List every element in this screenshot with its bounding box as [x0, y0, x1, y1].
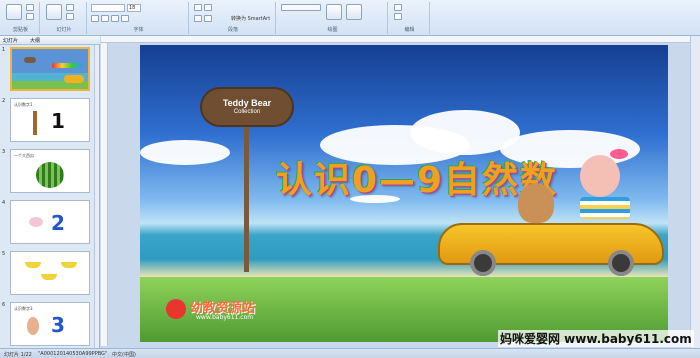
slide-thumb-title: 一个大西瓜: [14, 153, 34, 158]
ribbon-group-editing: 编辑: [390, 2, 430, 34]
bold-icon[interactable]: [91, 15, 99, 22]
slide-thumb-digit: 1: [51, 109, 65, 133]
banana-icon: [25, 262, 41, 268]
striped-bag: [580, 197, 630, 219]
ribbon-group-label: 段落: [227, 27, 238, 33]
align-center-icon[interactable]: [204, 15, 212, 22]
theme-name: "A000120140530A99PPBG": [38, 351, 108, 357]
tab-outline[interactable]: 大纲: [30, 37, 40, 44]
ear-icon: [27, 317, 39, 335]
slides-panel: 幻灯片 大纲 1 2 认识数字1 1 3 一个大西瓜 4 2 5 6 认识数字3…: [0, 36, 100, 348]
ribbon-group-label: 编辑: [404, 27, 415, 33]
slide-number: 4: [2, 200, 6, 206]
current-slide[interactable]: Teddy Bear Collection 认识0—9自然数 幼教资源站 www…: [140, 45, 668, 342]
slide-preview: [10, 251, 90, 295]
ribbon-group-font: 18 字体: [89, 2, 189, 34]
sign-post: [244, 117, 249, 272]
font-size-box[interactable]: 18: [127, 4, 141, 12]
ribbon-group-label: 字体: [133, 27, 144, 33]
slide-thumbnail-3[interactable]: 3 一个大西瓜: [0, 147, 100, 195]
font-name-box[interactable]: [91, 4, 125, 12]
watermark: 妈咪爱婴网 www.baby611.com: [498, 330, 694, 347]
slide-number: 1: [2, 47, 6, 53]
ribbon-group-paragraph: 转换为 SmartArt 段落: [191, 2, 276, 34]
align-left-icon[interactable]: [194, 15, 202, 22]
slide-thumb-digit: 3: [51, 313, 65, 337]
teddy-bear-sign: Teddy Bear Collection: [200, 87, 294, 127]
duck-icon: [29, 217, 43, 227]
status-bar: 幻灯片 1/22 "A000120140530A99PPBG" 中文(中国): [0, 348, 700, 358]
slide-position: 幻灯片 1/22: [4, 352, 32, 358]
numbering-icon[interactable]: [204, 4, 212, 11]
copy-icon[interactable]: [26, 13, 34, 20]
ribbon-group-label: 绘图: [327, 27, 338, 33]
arrange-icon[interactable]: [326, 4, 342, 20]
panel-scrollbar[interactable]: [94, 45, 99, 348]
bullets-icon[interactable]: [194, 4, 202, 11]
ribbon: 剪贴板 幻灯片 18 字体 转换为 SmartArt 段落 绘图 编辑: [0, 0, 700, 36]
slide-preview: 认识数字3 3: [10, 302, 90, 346]
slide-preview: 一个大西瓜: [10, 149, 90, 193]
paste-icon[interactable]: [6, 4, 22, 20]
banana-icon: [41, 274, 57, 280]
underline-icon[interactable]: [111, 15, 119, 22]
slide-number: 6: [2, 302, 6, 308]
banana-icon: [61, 262, 77, 268]
font-size-value: 18: [129, 5, 136, 11]
language: 中文(中国): [112, 352, 136, 358]
slide-preview: [10, 47, 90, 91]
slide-thumbnail-2[interactable]: 2 认识数字1 1: [0, 96, 100, 144]
ribbon-group-drawing: 绘图: [278, 2, 388, 34]
cut-icon[interactable]: [26, 4, 34, 11]
slide-thumbnail-5[interactable]: 5: [0, 249, 100, 297]
horizontal-ruler: [101, 36, 690, 43]
find-icon[interactable]: [394, 4, 402, 11]
vertical-scrollbar[interactable]: [690, 36, 700, 348]
smartart-label[interactable]: 转换为 SmartArt: [231, 15, 270, 22]
logo-url: www.baby611.com: [196, 314, 254, 321]
panel-tabs: 幻灯片 大纲: [0, 36, 100, 45]
car-wheel: [608, 250, 634, 276]
ribbon-group-label: 幻灯片: [56, 27, 72, 33]
vertical-ruler: [101, 43, 108, 346]
slide-thumbnail-4[interactable]: 4 2: [0, 198, 100, 246]
slide-thumbnail-1[interactable]: 1: [0, 45, 100, 93]
shapes-icon[interactable]: [281, 4, 321, 11]
slide-thumb-title: 认识数字1: [14, 102, 33, 107]
layout-icon[interactable]: [66, 4, 74, 11]
quick-styles-icon[interactable]: [346, 4, 362, 20]
ribbon-group-label: 剪贴板: [12, 27, 28, 33]
slide-number: 3: [2, 149, 6, 155]
reset-icon[interactable]: [66, 13, 74, 20]
brown-bear: [518, 183, 554, 223]
cloud: [140, 140, 230, 165]
watermelon-icon: [36, 162, 64, 188]
slide-number: 5: [2, 251, 6, 257]
tab-slides[interactable]: 幻灯片: [3, 37, 18, 44]
pink-bear: [580, 155, 620, 197]
slide-thumb-digit: 2: [51, 211, 65, 235]
pink-bow-icon: [610, 149, 628, 159]
ribbon-group-clipboard: 剪贴板: [2, 2, 40, 34]
sign-line1: Teddy Bear: [222, 98, 272, 108]
replace-icon[interactable]: [394, 13, 402, 20]
new-slide-icon[interactable]: [46, 4, 62, 20]
apple-logo-icon: [166, 299, 186, 319]
site-logo: 幼教资源站 www.baby611.com: [166, 297, 306, 323]
slide-preview: 2: [10, 200, 90, 244]
slide-thumbnail-6[interactable]: 6 认识数字3 3: [0, 300, 100, 348]
sign-line2: Collection: [233, 109, 261, 115]
slide-thumb-title: 认识数字3: [14, 306, 33, 311]
car-wheel: [470, 250, 496, 276]
slide-number: 2: [2, 98, 6, 104]
ribbon-group-slides: 幻灯片: [42, 2, 87, 34]
font-color-icon[interactable]: [121, 15, 129, 22]
slide-preview: 认识数字1 1: [10, 98, 90, 142]
italic-icon[interactable]: [101, 15, 109, 22]
